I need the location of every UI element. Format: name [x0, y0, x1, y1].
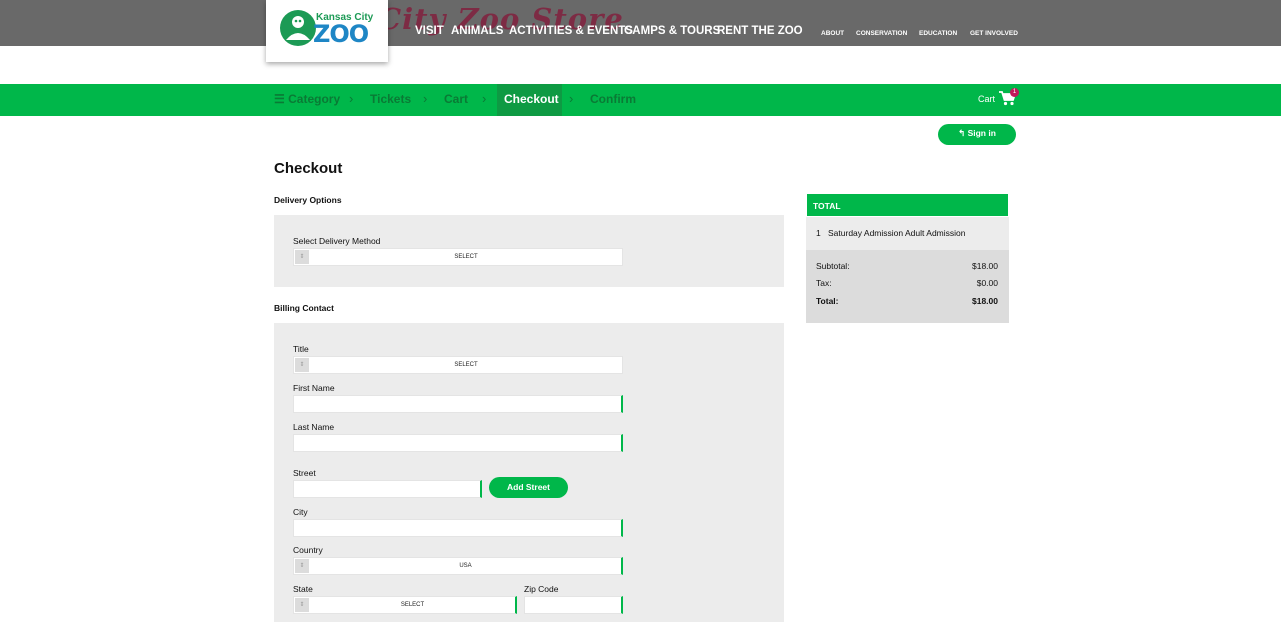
country-label: Country	[293, 545, 323, 555]
subtotal-label: Subtotal:	[816, 261, 850, 271]
delivery-method-value: SELECT	[454, 254, 478, 260]
checkout-progress-bar	[0, 84, 1281, 116]
first-name-label: First Name	[293, 383, 335, 393]
chevron-right-icon: ›	[482, 91, 487, 106]
state-label: State	[293, 584, 313, 594]
kansas-city-zoo-logo[interactable]: Kansas City ZOO	[266, 0, 388, 62]
last-name-input[interactable]	[293, 434, 623, 452]
zoo-logo-icon	[280, 10, 316, 46]
line-item-name: Saturday Admission Adult Admission	[828, 228, 966, 238]
zip-code-input[interactable]	[524, 596, 623, 614]
subtotal-value: $18.00	[972, 261, 998, 271]
nav-education[interactable]: EDUCATION	[919, 30, 957, 37]
street-label: Street	[293, 468, 316, 478]
breadcrumb-category[interactable]: ☰ Category	[274, 92, 340, 106]
nav-about[interactable]: ABOUT	[821, 30, 844, 37]
breadcrumb-tickets[interactable]: Tickets	[370, 92, 411, 106]
delivery-options-heading: Delivery Options	[274, 195, 342, 205]
first-name-input[interactable]	[293, 395, 623, 413]
state-value: SELECT	[400, 602, 425, 608]
nav-visit[interactable]: VISIT	[415, 25, 444, 37]
city-input[interactable]	[293, 519, 623, 537]
title-select[interactable]: ⇕ SELECT	[293, 356, 623, 374]
city-label: City	[293, 507, 308, 517]
breadcrumb-confirm[interactable]: Confirm	[590, 92, 636, 106]
country-value: USA	[459, 563, 472, 569]
cart-count-badge: 1	[1010, 88, 1019, 97]
order-summary-heading: TOTAL	[806, 193, 1009, 217]
nav-rent-the-zoo[interactable]: RENT THE ZOO	[717, 25, 803, 37]
state-select[interactable]: ⇕ SELECT	[293, 596, 517, 614]
chevron-right-icon: ›	[569, 91, 574, 106]
tax-label: Tax:	[816, 278, 832, 288]
country-select[interactable]: ⇕ USA	[293, 557, 623, 575]
page-title: Checkout	[274, 160, 343, 177]
title-value: SELECT	[454, 362, 478, 368]
logo-text-zoo: ZOO	[313, 20, 369, 48]
nav-conservation[interactable]: CONSERVATION	[856, 30, 907, 37]
cart-link-label[interactable]: Cart	[978, 94, 995, 104]
select-arrow-icon: ⇕	[295, 559, 309, 573]
menu-icon: ☰	[274, 92, 285, 106]
last-name-label: Last Name	[293, 422, 335, 432]
nav-animals[interactable]: ANIMALS	[451, 25, 503, 37]
sign-in-icon: ↰	[958, 128, 966, 138]
chevron-right-icon: ›	[349, 91, 354, 106]
total-label: Total:	[816, 296, 839, 306]
nav-get-involved[interactable]: GET INVOLVED	[970, 30, 1018, 37]
select-arrow-icon: ⇕	[295, 598, 309, 612]
sign-in-button[interactable]: ↰ Sign in	[938, 124, 1016, 145]
breadcrumb-category-label: Category	[288, 92, 341, 106]
sign-in-label: Sign in	[967, 128, 996, 138]
select-arrow-icon: ⇕	[295, 250, 309, 264]
breadcrumb-checkout[interactable]: Checkout	[504, 92, 559, 106]
select-arrow-icon: ⇕	[295, 358, 309, 372]
nav-camps-tours[interactable]: CAMPS & TOURS	[624, 25, 720, 37]
breadcrumb-cart[interactable]: Cart	[444, 92, 468, 106]
line-item-quantity: 1	[816, 228, 821, 238]
street-input[interactable]	[293, 480, 482, 498]
delivery-method-label: Select Delivery Method	[293, 236, 381, 246]
chevron-right-icon: ›	[423, 91, 428, 106]
total-value: $18.00	[972, 296, 998, 306]
top-header-bar	[0, 0, 1281, 46]
tax-value: $0.00	[976, 278, 998, 288]
title-label: Title	[293, 344, 309, 354]
billing-contact-heading: Billing Contact	[274, 303, 334, 313]
nav-activities-events[interactable]: ACTIVITIES & EVENTS	[509, 25, 633, 37]
zip-code-label: Zip Code	[524, 584, 559, 594]
add-street-button[interactable]: Add Street	[489, 477, 568, 498]
delivery-method-select[interactable]: ⇕ SELECT	[293, 248, 623, 266]
